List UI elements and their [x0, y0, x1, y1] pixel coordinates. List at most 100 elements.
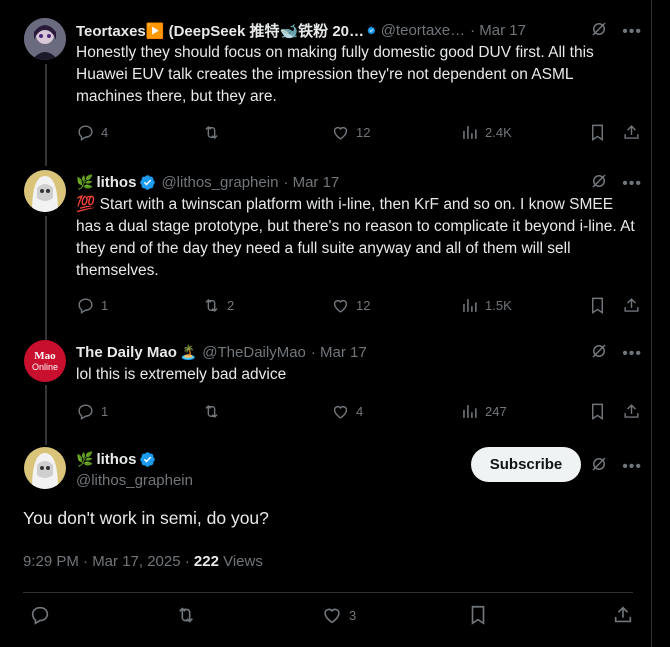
- island-emoji-icon: 🏝️: [179, 343, 198, 360]
- analytics-icon: [463, 125, 477, 139]
- share-button[interactable]: [622, 402, 641, 421]
- views-label: Views: [218, 553, 263, 570]
- author-handle[interactable]: @teortaxe…: [381, 22, 465, 39]
- reply-button[interactable]: 4: [76, 123, 108, 142]
- avatar[interactable]: [24, 18, 66, 60]
- grok-icon[interactable]: [590, 172, 608, 195]
- view-count: 1.5K: [485, 297, 512, 313]
- like-count: 3: [349, 607, 357, 623]
- share-icon: [624, 297, 639, 312]
- leaf-emoji-icon: 🌿: [76, 173, 94, 190]
- reply-icon: [78, 403, 93, 420]
- repost-button[interactable]: [175, 604, 197, 626]
- reply-count: 1: [101, 403, 109, 419]
- like-button[interactable]: 4: [331, 402, 363, 421]
- main-tweet-actions: 3: [0, 604, 652, 634]
- reply-button[interactable]: [29, 604, 51, 626]
- views-button[interactable]: 247: [460, 402, 507, 421]
- like-count: 4: [356, 403, 364, 419]
- thread-line: [45, 216, 47, 340]
- more-options-icon[interactable]: •••: [622, 458, 642, 476]
- bookmark-icon: [592, 297, 603, 314]
- repost-icon: [205, 404, 218, 418]
- tweet-text: 💯 Start with a twinscan platform with i-…: [76, 196, 635, 279]
- verified-badge-icon: [140, 451, 156, 467]
- like-button[interactable]: 3: [321, 604, 356, 626]
- reply-count: 1: [101, 297, 109, 313]
- tweet-date[interactable]: · Mar 17: [470, 22, 526, 39]
- author-name[interactable]: lithos: [96, 174, 136, 191]
- thread-line: [45, 64, 47, 166]
- author-handle[interactable]: @lithos_graphein: [161, 174, 278, 191]
- author-name[interactable]: lithos: [96, 451, 136, 468]
- bookmark-button[interactable]: [588, 402, 607, 421]
- like-button[interactable]: 12: [331, 123, 370, 142]
- avatar[interactable]: Mao Online: [24, 340, 66, 382]
- heart-icon: [324, 608, 340, 624]
- tweet-timestamp[interactable]: 9:29 PM · Mar 17, 2025 ·: [23, 553, 194, 570]
- reply-icon: [78, 124, 93, 141]
- share-button[interactable]: [612, 604, 634, 626]
- tweet-date[interactable]: · Mar 17: [283, 174, 339, 191]
- reply-button[interactable]: 1: [76, 296, 108, 315]
- verified-badge-icon: [140, 174, 156, 190]
- more-options-icon[interactable]: •••: [622, 23, 642, 41]
- repost-count: 2: [227, 297, 235, 313]
- avatar-logo-text: Mao: [34, 349, 56, 362]
- author-name[interactable]: Teortaxes▶️ (DeepSeek 推特🐋铁粉 20…: [76, 20, 364, 40]
- reply-button[interactable]: 1: [76, 402, 108, 421]
- analytics-icon: [463, 298, 477, 312]
- tweet-text: Honestly they should focus on making ful…: [76, 44, 594, 105]
- avatar-logo-text: Online: [31, 361, 58, 372]
- repost-button[interactable]: [202, 123, 227, 142]
- grok-icon[interactable]: [590, 342, 608, 365]
- tweet-meta: 9:29 PM · Mar 17, 2025 · 222 Views: [23, 553, 263, 570]
- heart-icon: [333, 299, 348, 313]
- like-count: 12: [356, 297, 371, 313]
- subscribe-button[interactable]: Subscribe: [471, 447, 581, 482]
- more-options-icon[interactable]: •••: [622, 175, 642, 193]
- repost-icon: [178, 607, 194, 623]
- bookmark-icon: [592, 403, 603, 420]
- tweet-text: You don't work in semi, do you?: [23, 508, 269, 528]
- divider: [23, 592, 633, 593]
- share-icon: [624, 403, 639, 418]
- grok-icon[interactable]: [590, 20, 608, 43]
- author-handle[interactable]: @TheDailyMao: [202, 344, 306, 361]
- view-count: 222: [193, 553, 219, 570]
- thread-line: [45, 385, 47, 445]
- views-button[interactable]: 1.5K: [460, 296, 512, 315]
- bookmark-button[interactable]: [588, 296, 607, 315]
- repost-icon: [205, 125, 218, 139]
- avatar[interactable]: [24, 447, 66, 489]
- heart-icon: [333, 405, 348, 419]
- share-icon: [614, 606, 632, 623]
- view-count: 247: [485, 403, 507, 419]
- repost-icon: [205, 298, 218, 312]
- share-icon: [624, 124, 639, 139]
- repost-button[interactable]: [202, 402, 227, 421]
- author-name[interactable]: The Daily Mao: [76, 344, 177, 361]
- reply-icon: [78, 297, 93, 314]
- grok-icon[interactable]: [590, 455, 608, 478]
- leaf-emoji-icon: 🌿: [76, 450, 94, 467]
- reply-count: 4: [101, 124, 109, 140]
- verified-badge-icon: [367, 26, 376, 34]
- avatar[interactable]: [24, 170, 66, 212]
- tweet-text: lol this is extremely bad advice: [76, 366, 287, 383]
- share-button[interactable]: [622, 296, 641, 315]
- like-button[interactable]: 12: [331, 296, 370, 315]
- bookmark-button[interactable]: [467, 604, 489, 626]
- heart-icon: [333, 126, 348, 140]
- repost-button[interactable]: 2: [202, 296, 234, 315]
- bookmark-button[interactable]: [588, 123, 607, 142]
- reply-icon: [31, 606, 49, 625]
- tweet-date[interactable]: · Mar 17: [311, 344, 367, 361]
- bookmark-icon: [471, 605, 485, 625]
- more-options-icon[interactable]: •••: [622, 345, 642, 363]
- conversation-thread: Teortaxes▶️ (DeepSeek 推特🐋铁粉 20… @teortax…: [0, 0, 652, 647]
- views-button[interactable]: 2.4K: [460, 123, 512, 142]
- share-button[interactable]: [622, 123, 641, 142]
- view-count: 2.4K: [485, 124, 512, 140]
- like-count: 12: [356, 124, 371, 140]
